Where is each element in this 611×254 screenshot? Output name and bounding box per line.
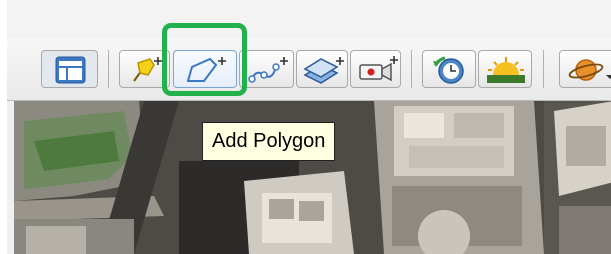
path-plus-icon — [248, 57, 288, 83]
toolbar-separator — [543, 50, 544, 88]
add-path-button[interactable] — [239, 50, 294, 88]
add-polygon-button[interactable] — [173, 50, 237, 88]
video-camera-plus-icon — [359, 56, 398, 82]
sidebar-icon — [55, 56, 86, 84]
switch-planet-button[interactable] — [559, 50, 611, 88]
add-image-overlay-button[interactable] — [296, 50, 348, 88]
sunlight-button[interactable] — [478, 50, 532, 88]
title-area — [7, 0, 611, 39]
sunrise-icon — [487, 57, 525, 83]
sidebar-toggle-button[interactable] — [41, 50, 98, 88]
polygon-plus-icon — [186, 57, 226, 82]
app-window: Add Polygon — [7, 0, 611, 254]
pushpin-plus-icon — [133, 57, 162, 82]
add-placemark-button[interactable] — [119, 50, 170, 88]
toolbar-separator — [411, 50, 412, 88]
toolbar — [7, 38, 611, 101]
tooltip: Add Polygon — [202, 122, 336, 161]
historical-imagery-button[interactable] — [422, 50, 476, 88]
clock-globe-icon — [433, 56, 464, 84]
planet-icon — [568, 59, 611, 81]
record-tour-button[interactable] — [350, 50, 401, 88]
image-overlay-plus-icon — [303, 57, 344, 84]
toolbar-separator — [108, 50, 109, 88]
